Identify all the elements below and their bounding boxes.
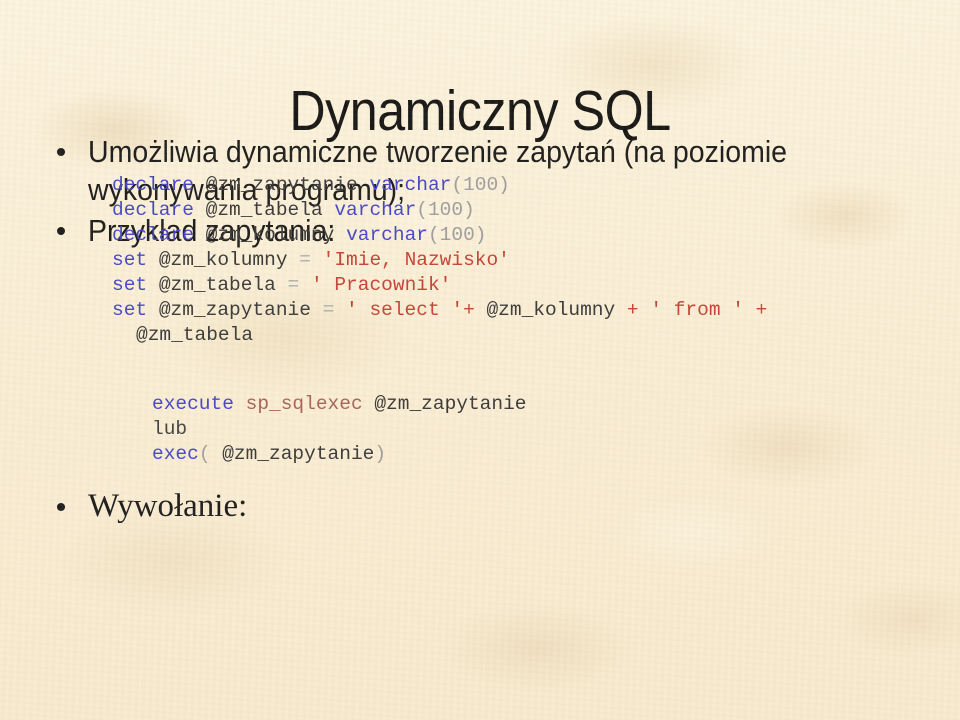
code-line: exec( @zm_zapytanie) [152, 442, 526, 467]
bullet-dot-icon [57, 148, 65, 156]
code-token-variable: @zm_zapytanie [205, 174, 370, 196]
code-token-variable: @zm_kolumny [158, 249, 300, 271]
slide-title: Dynamiczny SQL [289, 79, 671, 144]
code-line: set @zm_zapytanie = ' select '+ @zm_kolu… [112, 298, 767, 323]
bullet-item-3: Wywołanie: [0, 487, 960, 525]
code-token-operator: = [287, 274, 311, 296]
code-token-number: (100) [427, 224, 487, 246]
code-token-variable: @zm_tabela [205, 199, 335, 221]
code-line: set @zm_kolumny = 'Imie, Nazwisko' [112, 248, 767, 273]
code-token-variable: @zm_tabela [136, 324, 254, 346]
bullet-dot-icon [57, 227, 65, 235]
code-token-procedure: sp_sqlexec [245, 393, 375, 415]
code-token-keyword: set [112, 299, 159, 321]
code-token-keyword: set [112, 249, 159, 271]
code-token-variable: @zm_kolumny [486, 299, 627, 321]
code-token-keyword: exec [152, 443, 199, 465]
code-token-variable: @zm_kolumny [205, 224, 347, 246]
code-token-variable: @zm_tabela [158, 274, 288, 296]
code-line: set @zm_tabela = ' Pracownik' [112, 273, 767, 298]
sql-code-block-declare: declare @zm_zapytanie varchar(100) declar… [112, 173, 767, 348]
code-token-plain: lub [152, 418, 188, 440]
code-token-operator: = [322, 299, 347, 321]
code-token-string: ' from ' [650, 299, 756, 321]
code-token-number: (100) [416, 199, 475, 221]
code-token-keyword: declare [112, 199, 206, 221]
code-token-plus: + [626, 299, 651, 321]
code-token-variable: @zm_zapytanie [158, 299, 323, 321]
code-line: declare @zm_tabela varchar(100) [112, 198, 767, 223]
code-token-variable: @zm_zapytanie [222, 443, 375, 465]
code-token-keyword: set [112, 274, 159, 296]
code-line: declare @zm_kolumny varchar(100) [112, 223, 767, 248]
code-line: execute sp_sqlexec @zm_zapytanie [152, 392, 526, 417]
code-token-keyword: declare [112, 174, 206, 196]
code-line: @zm_tabela [112, 323, 767, 348]
code-line: lub [152, 417, 526, 442]
code-token-keyword: varchar [334, 199, 417, 221]
code-token-string: 'Imie, Nazwisko' [322, 249, 510, 271]
code-token-paren: ( [198, 443, 223, 465]
code-token-string: ' select ' [346, 299, 464, 321]
code-token-string: ' Pracownik' [310, 274, 452, 296]
bullet-dot-icon [57, 503, 65, 511]
code-token-plus: + [755, 299, 768, 321]
bullet-item-3-label: Wywołanie: [88, 488, 248, 524]
code-token-operator: = [299, 249, 323, 271]
code-token-paren: ) [374, 443, 387, 465]
code-token-keyword: varchar [369, 174, 452, 196]
code-token-variable: @zm_zapytanie [374, 393, 527, 415]
code-token-keyword: execute [152, 393, 246, 415]
code-token-number: (100) [451, 174, 510, 196]
code-token-plus: + [463, 299, 487, 321]
presentation-slide: Dynamiczny SQL Umożliwia dynamiczne twor… [0, 0, 960, 720]
sql-code-block-execute: execute sp_sqlexec @zm_zapytanie lub exec(… [152, 392, 526, 467]
code-line: declare @zm_zapytanie varchar(100) [112, 173, 767, 198]
code-token-keyword: varchar [346, 224, 428, 246]
code-token-keyword: declare [112, 224, 206, 246]
